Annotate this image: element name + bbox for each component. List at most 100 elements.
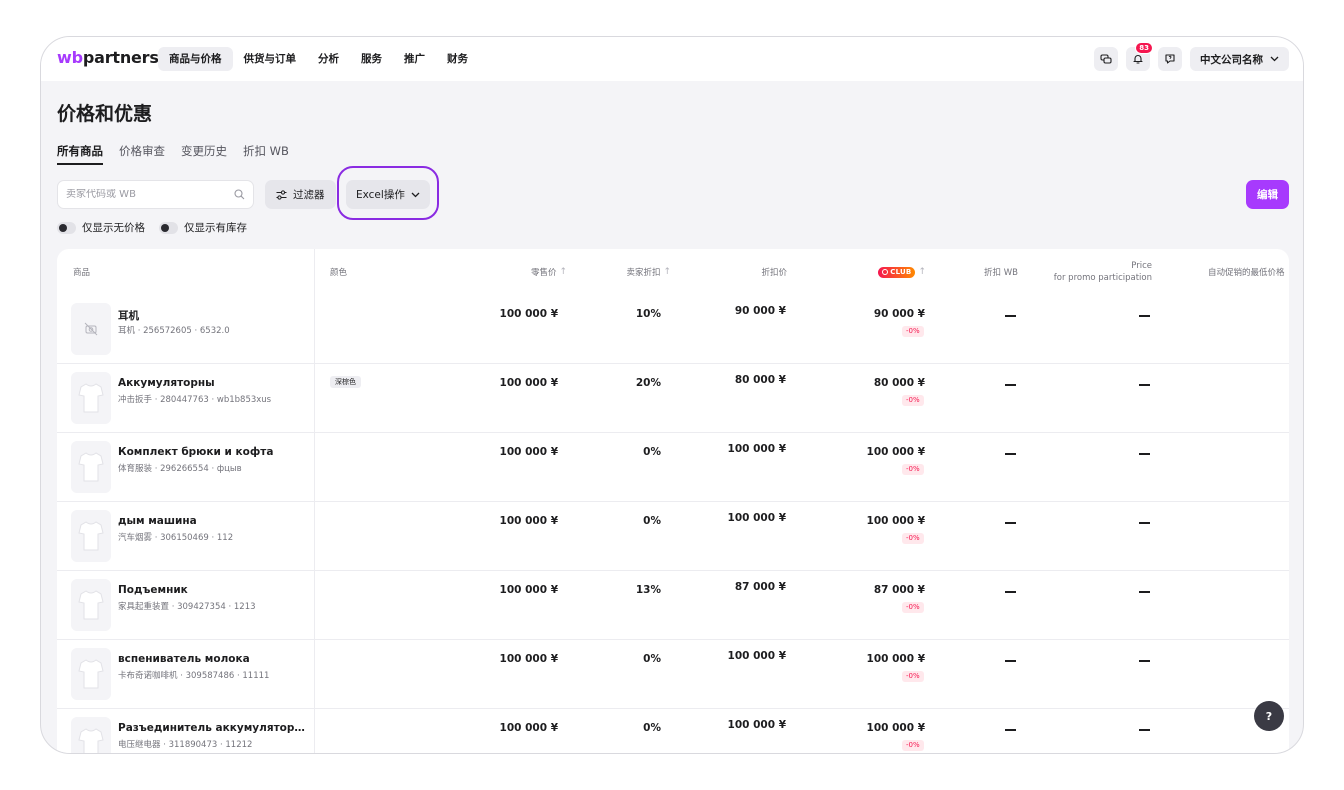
promo-price-empty xyxy=(1139,660,1150,662)
switch[interactable] xyxy=(57,221,76,234)
club-discount-tag: -0% xyxy=(902,533,924,544)
club-logo-icon xyxy=(882,269,889,275)
product-thumbnail xyxy=(71,579,111,631)
edit-button[interactable]: 编辑 xyxy=(1246,180,1289,209)
page-tabs: 所有商品 价格审查 变更历史 折扣 WB xyxy=(57,143,289,165)
support-button[interactable] xyxy=(1158,47,1182,71)
retail-price: 100 000 ¥ xyxy=(499,377,558,389)
discount-price: 100 000 ¥ xyxy=(727,719,786,731)
search-input[interactable] xyxy=(66,189,226,200)
club-price: 100 000 ¥ xyxy=(866,653,925,665)
toggle-in-stock[interactable]: 仅显示有库存 xyxy=(159,220,247,235)
nav-supplies-orders[interactable]: 供货与订单 xyxy=(233,47,308,71)
help-button[interactable]: ? xyxy=(1254,701,1284,731)
nav-services[interactable]: 服务 xyxy=(350,47,393,71)
wb-discount-empty xyxy=(1005,315,1016,317)
club-price: 80 000 ¥ xyxy=(873,377,925,389)
wb-discount-empty xyxy=(1005,384,1016,386)
nav-products-prices[interactable]: 商品与价格 xyxy=(158,47,233,71)
table-row[interactable]: вспениватель молока 卡布奇诺咖啡机 · 309587486 … xyxy=(57,640,1289,709)
product-name[interactable]: дым машина xyxy=(118,515,197,527)
table-row[interactable]: Разъединитель аккумуляторно... 电压继电器 · 3… xyxy=(57,709,1289,753)
chat-button[interactable] xyxy=(1094,47,1118,71)
sort-arrow-icon: ↑ xyxy=(918,267,926,277)
tab-all-products[interactable]: 所有商品 xyxy=(57,143,103,165)
seller-discount: 0% xyxy=(643,515,661,527)
company-selector[interactable]: 中文公司名称 xyxy=(1190,47,1289,71)
seller-discount: 0% xyxy=(643,722,661,734)
wb-discount-empty xyxy=(1005,660,1016,662)
product-name[interactable]: Разъединитель аккумуляторно... xyxy=(118,722,308,734)
product-meta: 体育服装 · 296266554 · фцыв xyxy=(118,464,242,474)
logo[interactable]: wbpartners xyxy=(57,48,159,67)
tab-wb-discount[interactable]: 折扣 WB xyxy=(243,143,289,165)
color-tag: 深棕色 xyxy=(330,376,361,388)
promo-price-empty xyxy=(1139,453,1150,455)
product-name[interactable]: вспениватель молока xyxy=(118,653,250,665)
header-retail-price[interactable]: 零售价 ↑ xyxy=(477,249,567,295)
support-icon xyxy=(1165,54,1175,64)
product-thumbnail xyxy=(71,441,111,493)
chat-icon xyxy=(1100,54,1112,64)
excel-actions-dropdown[interactable]: Excel操作 xyxy=(346,180,430,209)
wb-discount-empty xyxy=(1005,591,1016,593)
product-meta: 耳机 · 256572605 · 6532.0 xyxy=(118,326,230,336)
seller-discount: 20% xyxy=(635,377,661,389)
product-meta: 冲击扳手 · 280447763 · wb1b853xus xyxy=(118,395,272,405)
club-price: 100 000 ¥ xyxy=(866,515,925,527)
toggle-no-price[interactable]: 仅显示无价格 xyxy=(57,220,145,235)
tshirt-icon xyxy=(78,728,104,753)
discount-price: 100 000 ¥ xyxy=(727,443,786,455)
search-icon[interactable] xyxy=(234,189,245,200)
product-name[interactable]: 耳机 xyxy=(118,308,139,323)
product-thumbnail xyxy=(71,717,111,753)
club-badge: CLUB xyxy=(878,266,916,278)
table-row[interactable]: Комплект брюки и кофта 体育服装 · 296266554 … xyxy=(57,433,1289,502)
wb-discount-empty xyxy=(1005,453,1016,455)
nav-promotion[interactable]: 推广 xyxy=(393,47,436,71)
club-price: 90 000 ¥ xyxy=(873,308,925,320)
product-name[interactable]: Комплект брюки и кофта xyxy=(118,446,273,458)
price-table: 商品 颜色 零售价 ↑ 卖家折扣 ↑ 折扣价 CLUB ↑ 折扣 WB Price f… xyxy=(57,249,1289,753)
club-price: 87 000 ¥ xyxy=(873,584,925,596)
wb-discount-empty xyxy=(1005,522,1016,524)
no-image-icon xyxy=(84,322,98,336)
filter-button[interactable]: 过滤器 xyxy=(265,180,336,209)
product-meta: 卡布奇诺咖啡机 · 309587486 · 11111 xyxy=(118,671,270,681)
nav-finance[interactable]: 财务 xyxy=(436,47,479,71)
product-meta: 汽车烟雾 · 306150469 · 112 xyxy=(118,533,234,543)
table-row[interactable]: Подъемник 家具起重装置 · 309427354 · 1213 100 … xyxy=(57,571,1289,640)
bell-icon xyxy=(1133,55,1143,64)
product-thumbnail xyxy=(71,648,111,700)
sort-arrow-icon: ↑ xyxy=(559,267,567,277)
header-wb-discount: 折扣 WB xyxy=(984,268,1018,278)
filter-toggles: 仅显示无价格 仅显示有库存 xyxy=(57,220,247,235)
product-thumbnail xyxy=(71,510,111,562)
club-discount-tag: -0% xyxy=(902,740,924,751)
notifications-button[interactable]: 83 xyxy=(1126,42,1153,71)
seller-discount: 0% xyxy=(643,653,661,665)
table-row[interactable]: 耳机 耳机 · 256572605 · 6532.0 100 000 ¥ 10%… xyxy=(57,295,1289,364)
table-row[interactable]: дым машина 汽车烟雾 · 306150469 · 112 100 00… xyxy=(57,502,1289,571)
table-row[interactable]: Аккумуляторны 冲击扳手 · 280447763 · wb1b853… xyxy=(57,364,1289,433)
app-window: wbpartners 商品与价格 供货与订单 分析 服务 推广 财务 83 中文… xyxy=(40,36,1304,754)
tshirt-icon xyxy=(78,383,104,413)
discount-price: 100 000 ¥ xyxy=(727,650,786,662)
header-product: 商品 xyxy=(73,268,91,278)
tab-price-review[interactable]: 价格审查 xyxy=(119,143,165,165)
product-name[interactable]: Подъемник xyxy=(118,584,188,596)
header-seller-discount[interactable]: 卖家折扣 ↑ xyxy=(577,249,671,295)
retail-price: 100 000 ¥ xyxy=(499,584,558,596)
seller-discount: 13% xyxy=(635,584,661,596)
club-discount-tag: -0% xyxy=(902,326,924,337)
header-color: 颜色 xyxy=(330,268,348,278)
tab-change-history[interactable]: 变更历史 xyxy=(181,143,227,165)
header-club-price[interactable]: CLUB ↑ xyxy=(837,249,926,295)
nav-analytics[interactable]: 分析 xyxy=(307,47,350,71)
product-thumbnail xyxy=(71,372,111,424)
club-price: 100 000 ¥ xyxy=(866,722,925,734)
product-name[interactable]: Аккумуляторны xyxy=(118,377,215,389)
switch[interactable] xyxy=(159,221,178,234)
page-title: 价格和优惠 xyxy=(57,103,153,125)
club-price: 100 000 ¥ xyxy=(866,446,925,458)
